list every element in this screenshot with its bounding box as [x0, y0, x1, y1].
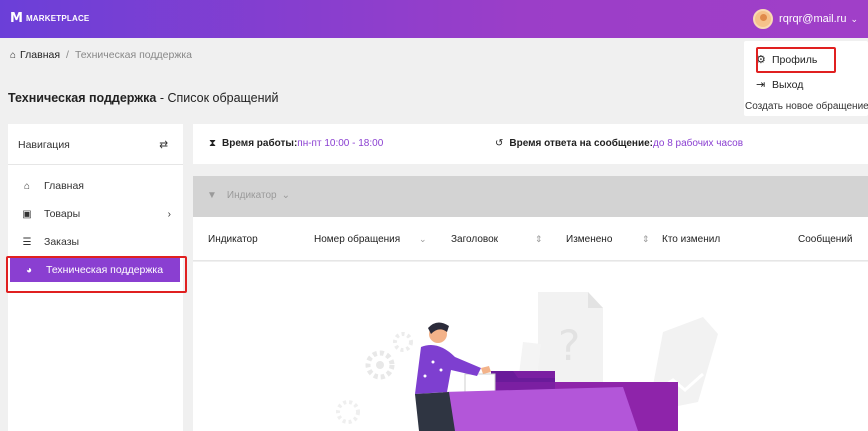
- breadcrumb-current: Техническая поддержка: [74, 49, 193, 61]
- svg-text:?: ?: [558, 321, 580, 370]
- avatar: [753, 9, 774, 29]
- user-menu-toggle[interactable]: rqrqr@mail.ru ⌄: [753, 9, 858, 29]
- user-email: rqrqr@mail.ru: [779, 13, 847, 25]
- support-info-bar: ⧗ Время работы: пн-пт 10:00 - 18:00 ↺ Вр…: [193, 124, 868, 164]
- reply-time-info: ↺ Время ответа на сообщение: до 8 рабочи…: [495, 138, 743, 149]
- swap-arrows-icon[interactable]: ⇄: [159, 139, 168, 151]
- sidebar-item-orders[interactable]: ☰ Заказы: [8, 230, 183, 254]
- sidebar-item-label: Главная: [44, 180, 84, 192]
- sort-icon[interactable]: ⇕: [535, 234, 543, 245]
- history-icon: ↺: [495, 138, 504, 149]
- column-indicator[interactable]: Индикатор: [208, 234, 258, 245]
- reply-time-value: до 8 рабочих часов: [653, 138, 744, 149]
- create-request-button[interactable]: Создать новое обращение: [745, 101, 868, 112]
- sidebar-heading: Навигация: [18, 139, 70, 151]
- table-body-empty-state: ?: [193, 262, 868, 431]
- column-title[interactable]: Заголовок: [451, 234, 498, 245]
- column-changed-by[interactable]: Кто изменил: [662, 234, 720, 245]
- home-icon: ⌂: [23, 180, 31, 192]
- indicator-filter[interactable]: ▼ Индикатор ⌄: [207, 190, 290, 201]
- chevron-down-icon[interactable]: ⌄: [419, 234, 427, 245]
- reply-time-label: Время ответа на сообщение:: [509, 138, 654, 149]
- home-icon: ⌂: [10, 49, 17, 61]
- logo-mark: M: [10, 11, 23, 26]
- menu-item-logout[interactable]: ⇥ Выход: [756, 78, 804, 92]
- breadcrumb-separator: /: [66, 49, 69, 61]
- work-hours-label: Время работы:: [222, 138, 298, 149]
- column-messages[interactable]: Сообщений: [798, 234, 852, 245]
- work-hours-info: ⧗ Время работы: пн-пт 10:00 - 18:00: [209, 138, 383, 149]
- work-hours-value: пн-пт 10:00 - 18:00: [297, 138, 384, 149]
- column-changed[interactable]: Изменено: [566, 234, 612, 245]
- chevron-right-icon: ›: [167, 208, 171, 220]
- top-navbar: M MARKETPLACE rqrqr@mail.ru ⌄: [0, 0, 868, 38]
- box-icon: ▣: [22, 208, 32, 220]
- cart-icon: ☰: [22, 236, 32, 248]
- profile-highlight-box: [756, 47, 836, 73]
- filter-bar: ▼ Индикатор ⌄: [193, 176, 868, 217]
- column-request-number[interactable]: Номер обращения: [314, 234, 400, 245]
- support-highlight-box: [6, 256, 187, 293]
- sidebar-item-home[interactable]: ⌂ Главная: [8, 174, 183, 198]
- breadcrumb: ⌂ Главная / Техническая поддержка: [10, 49, 192, 61]
- sidebar-divider: [8, 164, 183, 165]
- indicator-filter-label: Индикатор: [226, 190, 277, 201]
- folder-front: [443, 387, 638, 431]
- sidebar-item-products[interactable]: ▣ Товары ›: [8, 202, 183, 226]
- empty-state-illustration: ?: [336, 292, 718, 431]
- marketplace-logo[interactable]: M MARKETPLACE: [10, 11, 89, 26]
- sort-icon[interactable]: ⇕: [642, 234, 650, 245]
- hourglass-icon: ⧗: [209, 138, 217, 149]
- chevron-down-icon: ⌄: [281, 190, 290, 201]
- menu-item-logout-label: Выход: [772, 78, 804, 91]
- filter-icon: ▼: [207, 190, 217, 201]
- person-pants: [415, 392, 455, 431]
- table-header: Индикатор Номер обращения ⌄ Заголовок ⇕ …: [193, 217, 868, 261]
- logo-text: MARKETPLACE: [25, 14, 90, 23]
- logout-icon: ⇥: [756, 79, 766, 91]
- page-title-sub: - Список обращений: [156, 91, 279, 105]
- chevron-down-icon: ⌄: [850, 13, 858, 24]
- sidebar-item-label: Товары: [44, 208, 81, 220]
- breadcrumb-home[interactable]: Главная: [20, 49, 60, 61]
- page-title-main: Техническая поддержка: [8, 91, 157, 105]
- sidebar-item-label: Заказы: [44, 236, 80, 248]
- gear-icon: [393, 332, 413, 352]
- sidebar-header: Навигация ⇄: [18, 139, 168, 151]
- page-title: Техническая поддержка - Список обращений: [8, 91, 279, 105]
